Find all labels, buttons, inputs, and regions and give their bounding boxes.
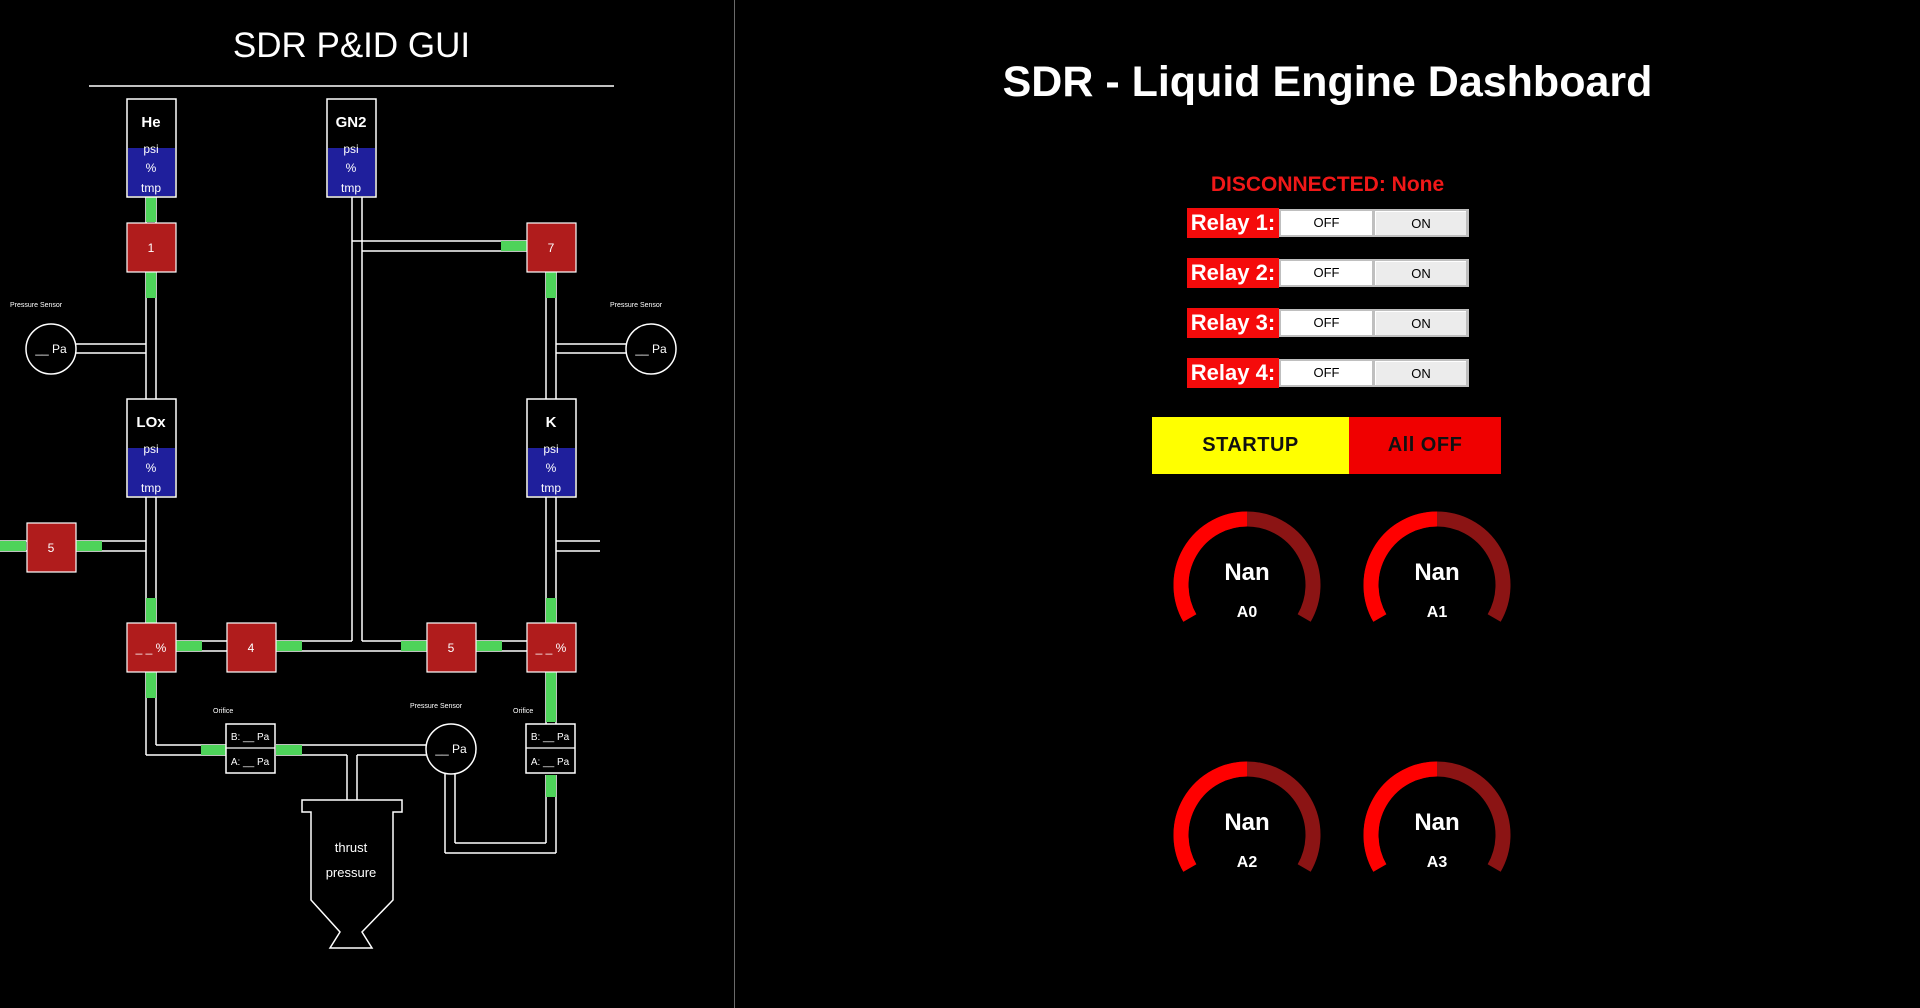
gauge-value: Nan bbox=[1414, 559, 1460, 586]
gauge-name: A0 bbox=[1236, 604, 1258, 621]
pressure-sensor-bottom: Pressure Sensor __ Pa bbox=[410, 703, 477, 775]
svg-text:Pressure Sensor: Pressure Sensor bbox=[410, 703, 463, 710]
tank-lox: LOx psi % tmp bbox=[126, 398, 177, 498]
relay-on-button[interactable]: ON bbox=[1375, 261, 1466, 285]
relay-off-button[interactable]: OFF bbox=[1281, 361, 1372, 385]
svg-text:B: __ Pa: B: __ Pa bbox=[531, 732, 570, 743]
svg-text:LOx: LOx bbox=[136, 414, 166, 431]
svg-text:__ Pa: __ Pa bbox=[34, 342, 67, 356]
valve-label: 4 bbox=[248, 641, 255, 655]
startup-button[interactable]: STARTUP bbox=[1152, 417, 1349, 474]
pid-diagram: He psi % tmp GN2 psi % tmp LOx psi % tmp… bbox=[0, 85, 677, 949]
orifice-left: Orifice B: __ Pa A: __ Pa bbox=[213, 708, 276, 774]
gauge-a0: Nan A0 bbox=[1162, 505, 1332, 645]
relay-toggle: OFF ON bbox=[1279, 309, 1469, 337]
valve-label: 5 bbox=[48, 541, 55, 555]
relay-toggle: OFF ON bbox=[1279, 259, 1469, 287]
gauge-value: Nan bbox=[1224, 809, 1270, 836]
gauge-value: Nan bbox=[1224, 559, 1270, 586]
svg-text:Pressure Sensor: Pressure Sensor bbox=[610, 302, 663, 309]
gauge-name: A3 bbox=[1426, 854, 1448, 871]
tank-he: He psi % tmp bbox=[126, 98, 177, 198]
pipe-highlights bbox=[0, 196, 556, 797]
tank-k: K psi % tmp bbox=[526, 398, 577, 498]
tank-name: He bbox=[141, 114, 160, 131]
svg-text:tmp: tmp bbox=[541, 481, 561, 495]
tank-gn2: GN2 psi % tmp bbox=[326, 98, 377, 198]
svg-text:GN2: GN2 bbox=[336, 114, 367, 131]
relay-off-button[interactable]: OFF bbox=[1281, 261, 1372, 285]
valve-label: _ _ % bbox=[535, 641, 567, 655]
pid-panel: He psi % tmp GN2 psi % tmp LOx psi % tmp… bbox=[0, 0, 734, 1008]
pressure-sensor-right: Pressure Sensor __ Pa bbox=[610, 302, 677, 375]
svg-text:Orifice: Orifice bbox=[513, 708, 533, 715]
svg-text:A: __ Pa: A: __ Pa bbox=[231, 757, 270, 768]
svg-text:Pressure Sensor: Pressure Sensor bbox=[10, 302, 63, 309]
svg-text:%: % bbox=[546, 461, 557, 475]
thrust-nozzle: thrust pressure bbox=[301, 799, 403, 949]
svg-text:psi: psi bbox=[343, 142, 358, 156]
relay-on-button[interactable]: ON bbox=[1375, 311, 1466, 335]
relay-off-button[interactable]: OFF bbox=[1281, 311, 1372, 335]
gauge-value: Nan bbox=[1414, 809, 1460, 836]
svg-text:B: __ Pa: B: __ Pa bbox=[231, 732, 270, 743]
valve-label: 1 bbox=[148, 241, 155, 255]
svg-text:__ Pa: __ Pa bbox=[434, 742, 467, 756]
orifice-right: Orifice B: __ Pa A: __ Pa bbox=[513, 708, 576, 774]
svg-text:%: % bbox=[146, 161, 157, 175]
gauge-a3: Nan A3 bbox=[1352, 755, 1522, 895]
connection-status: DISCONNECTED: None bbox=[1210, 173, 1445, 196]
svg-text:Orifice: Orifice bbox=[213, 708, 233, 715]
relay-label: Relay 4: bbox=[1187, 358, 1279, 388]
relay-toggle: OFF ON bbox=[1279, 209, 1469, 237]
svg-text:psi: psi bbox=[543, 442, 558, 456]
svg-text:psi: psi bbox=[143, 142, 158, 156]
relay-label: Relay 2: bbox=[1187, 258, 1279, 288]
all-off-button[interactable]: All OFF bbox=[1349, 417, 1501, 474]
svg-text:psi: psi bbox=[143, 442, 158, 456]
gauge-name: A2 bbox=[1236, 854, 1258, 871]
svg-text:thrust: thrust bbox=[335, 840, 368, 855]
relay-on-button[interactable]: ON bbox=[1375, 361, 1466, 385]
gauge-a2: Nan A2 bbox=[1162, 755, 1332, 895]
svg-text:tmp: tmp bbox=[341, 181, 361, 195]
pid-title: SDR P&ID GUI bbox=[232, 26, 471, 65]
dashboard-title: SDR - Liquid Engine Dashboard bbox=[1002, 58, 1653, 106]
svg-text:K: K bbox=[546, 414, 557, 431]
gauge-name: A1 bbox=[1426, 604, 1448, 621]
dashboard-panel: SDR - Liquid Engine Dashboard DISCONNECT… bbox=[735, 0, 1920, 1008]
valve-label: 5 bbox=[448, 641, 455, 655]
svg-text:A: __ Pa: A: __ Pa bbox=[531, 757, 570, 768]
svg-text:%: % bbox=[146, 461, 157, 475]
svg-text:tmp: tmp bbox=[141, 181, 161, 195]
svg-text:__ Pa: __ Pa bbox=[634, 342, 667, 356]
valve-label: _ _ % bbox=[135, 641, 167, 655]
relay-on-button[interactable]: ON bbox=[1375, 211, 1466, 235]
gauge-a1: Nan A1 bbox=[1352, 505, 1522, 645]
relay-label: Relay 3: bbox=[1187, 308, 1279, 338]
relay-label: Relay 1: bbox=[1187, 208, 1279, 238]
svg-text:pressure: pressure bbox=[326, 865, 377, 880]
svg-text:%: % bbox=[346, 161, 357, 175]
svg-text:tmp: tmp bbox=[141, 481, 161, 495]
relay-off-button[interactable]: OFF bbox=[1281, 211, 1372, 235]
pressure-sensor-left: Pressure Sensor __ Pa bbox=[10, 302, 77, 375]
relay-toggle: OFF ON bbox=[1279, 359, 1469, 387]
valve-label: 7 bbox=[548, 241, 555, 255]
